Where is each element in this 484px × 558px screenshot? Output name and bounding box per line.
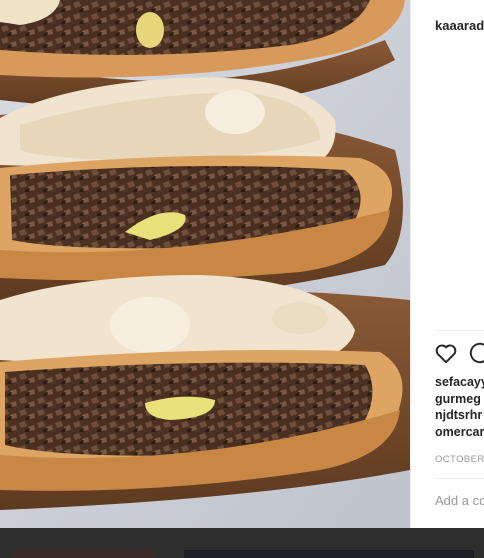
post-username[interactable]: kaaarad [435,18,484,33]
comment-bubble-icon[interactable] [467,340,484,366]
post-date[interactable]: OCTOBER 2 [435,454,484,465]
thumbnail-preview[interactable] [14,550,154,558]
post-side-panel: kaaarad sefacayy gurmeg njdtsrhr omercar… [410,0,484,528]
divider [435,478,484,479]
heart-icon[interactable] [433,340,459,366]
comments-list: sefacayy gurmeg njdtsrhr omercar [435,374,484,440]
comment-author[interactable]: omercar [435,424,484,441]
thumbnail-preview[interactable] [184,550,474,558]
pide-photo-illustration [0,0,410,528]
post-actions [433,340,484,366]
backdrop-strip [0,528,484,558]
post-photo[interactable] [0,0,410,528]
divider [435,330,484,331]
comment-author[interactable]: gurmeg [435,391,484,408]
add-comment-input[interactable]: Add a co [435,493,484,508]
comment-author[interactable]: sefacayy [435,374,484,391]
post-modal: kaaarad sefacayy gurmeg njdtsrhr omercar… [0,0,484,528]
comment-author[interactable]: njdtsrhr [435,407,484,424]
